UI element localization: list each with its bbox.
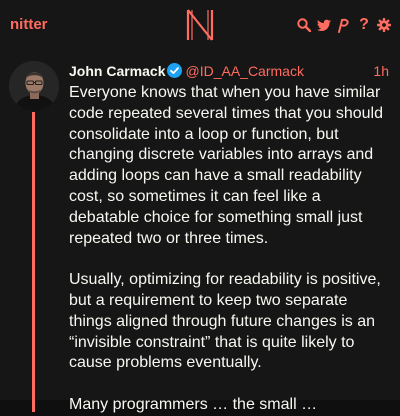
tweet-header: John Carmack @ID_AA_Carmack 1h	[69, 61, 391, 81]
navbar: nitter ?	[0, 0, 400, 50]
tweet-date-link[interactable]: 1h	[373, 61, 389, 81]
username-link[interactable]: @ID_AA_Carmack	[185, 63, 303, 79]
fullname-link[interactable]: John Carmack	[69, 63, 165, 79]
tweet: John Carmack @ID_AA_Carmack 1h Everyone k…	[0, 50, 400, 413]
tweet-content: Everyone knows that when you have simila…	[69, 84, 383, 413]
nitter-logo-icon[interactable]	[185, 8, 215, 42]
brand-link[interactable]: nitter	[10, 16, 48, 33]
thread-line	[32, 112, 35, 412]
avatar[interactable]	[9, 61, 59, 111]
twitter-bird-icon[interactable]	[317, 16, 331, 34]
info-icon[interactable]: ?	[357, 16, 371, 34]
search-icon[interactable]	[297, 16, 311, 34]
nav-icons: ?	[297, 15, 391, 35]
rss-icon[interactable]	[337, 16, 351, 34]
verified-badge-icon	[167, 63, 183, 78]
gear-icon[interactable]	[377, 16, 391, 34]
